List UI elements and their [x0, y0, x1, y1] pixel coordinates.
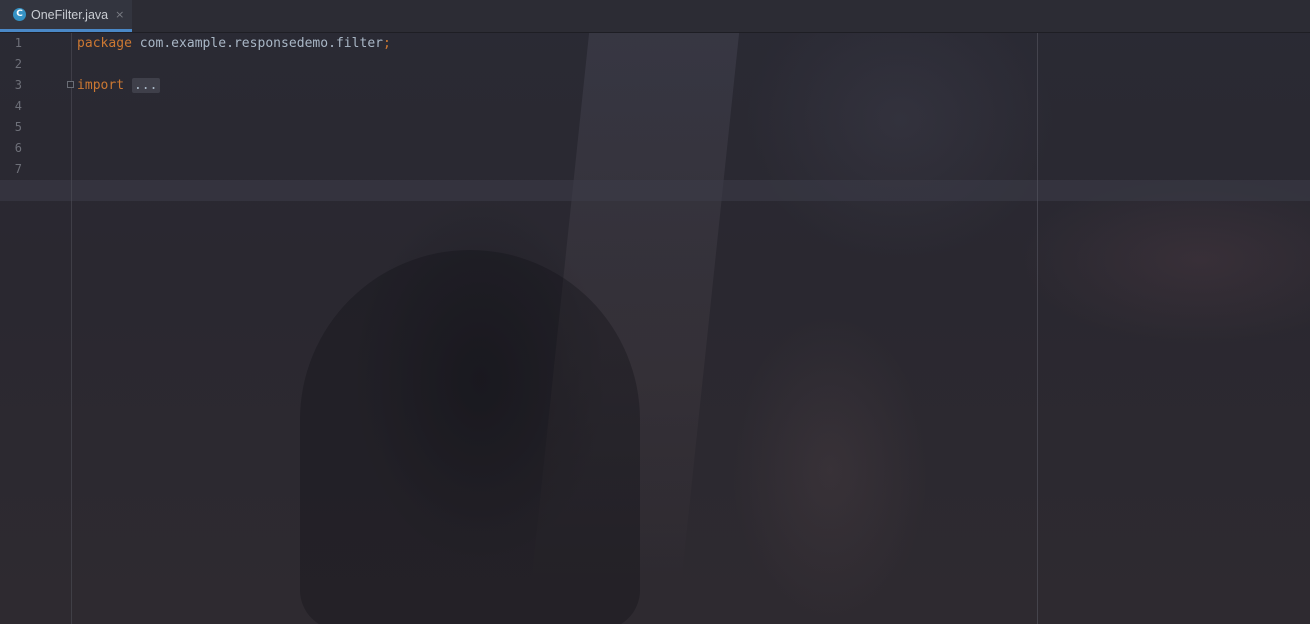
code-lines-layer: [0, 33, 1310, 624]
close-tab-icon[interactable]: ×: [115, 8, 124, 21]
java-class-icon: C: [13, 8, 26, 21]
editor-tab-bar: C OneFilter.java ×: [0, 0, 1310, 33]
tab-label: OneFilter.java: [31, 7, 109, 22]
tab-onefilter-java[interactable]: C OneFilter.java ×: [0, 0, 132, 32]
